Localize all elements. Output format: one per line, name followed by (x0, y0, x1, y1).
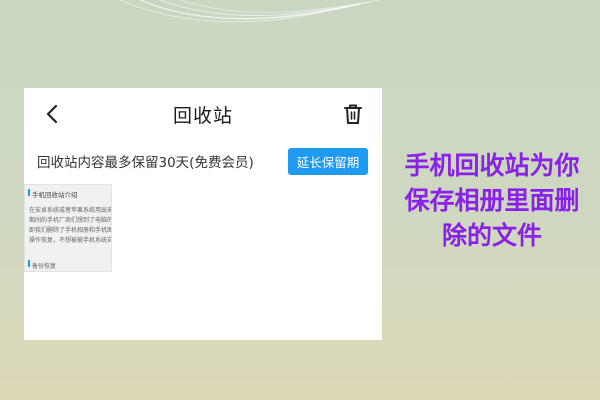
trash-icon (344, 104, 362, 124)
thumbnail-heading: 手机回收站介绍 (32, 191, 78, 199)
extend-retention-button[interactable]: 延长保留期 (288, 148, 368, 175)
thumbnail-line: 期间的手机厂商们想到了电脑的回收 (29, 217, 112, 224)
empty-trash-button[interactable] (342, 102, 364, 126)
swirl-decoration (119, 0, 381, 23)
thumbnail-footer: 备份恢复 (32, 263, 57, 270)
heading-marker (28, 189, 30, 196)
page-title: 回收站 (172, 105, 233, 127)
deleted-photo-thumbnail[interactable]: 手机回收站介绍 在安卓系统或者苹果系统用出来的图 期间的手机厂商们想到了电脑的回… (24, 184, 112, 272)
caption-line: 保存相册里面删 (404, 186, 580, 215)
thumbnail-line: 操作恢复，不想被被手机系统自动删 (29, 237, 112, 244)
footer-marker (28, 260, 30, 267)
retention-notice: 回收站内容最多保留30天(免费会员) (37, 155, 254, 171)
caption-line: 手机回收站为你 (404, 151, 580, 180)
thumbnail-line: 即我们删除了手机相册和手机图片的 (29, 227, 112, 234)
navigation-bar: 回收站 (24, 88, 382, 140)
thumbnail-line: 在安卓系统或者苹果系统用出来的图 (29, 207, 112, 214)
caption-line: 除的文件 (441, 221, 542, 250)
recycle-bin-screen: 回收站 回收站内容最多保留30天(免费会员) 延长保留期 手机回收站介绍 在安卓… (24, 88, 382, 340)
promo-caption: 手机回收站为你 保存相册里面删 除的文件 (392, 148, 592, 253)
